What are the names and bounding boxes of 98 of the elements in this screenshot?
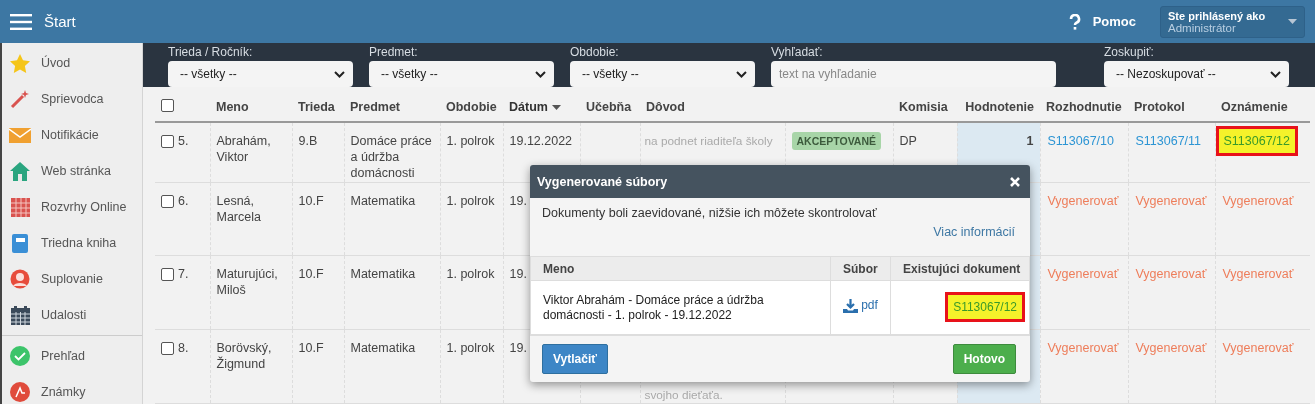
- table-cell: 10.F: [298, 267, 324, 281]
- star-icon: [10, 53, 30, 73]
- table-cell: Lesná, Marcela: [216, 194, 261, 224]
- table-cell: 1. polrok: [446, 134, 495, 148]
- row-number: 8.: [178, 340, 189, 356]
- table-cell-text: svojho dieťaťa.: [644, 387, 724, 403]
- calendar-icon: [10, 305, 30, 325]
- column-header[interactable]: Komisia: [899, 100, 948, 114]
- column-header: Meno: [543, 261, 575, 276]
- dialog-message: Dokumenty boli zaevidované, nižšie ich môžete skontrolovať: [542, 206, 878, 220]
- table-cell: 19.: [509, 194, 527, 208]
- filter-label: Trieda / Ročník:: [168, 45, 254, 59]
- dropdown[interactable]: -- Nezoskupovať --: [1104, 61, 1289, 87]
- grade-icon: [10, 382, 30, 402]
- table-cell: 9.B: [298, 134, 318, 148]
- table-cell: Matematika: [350, 194, 416, 208]
- person-icon: [10, 269, 30, 289]
- row-number: 5.: [178, 133, 189, 149]
- sidebar-item[interactable]: Prehľad: [2, 338, 142, 374]
- house-icon: [10, 161, 30, 181]
- dropdown[interactable]: -- všetky --: [570, 61, 755, 87]
- sidebar-item[interactable]: Rozvrhy Online: [2, 189, 142, 225]
- row-checkbox[interactable]: [161, 267, 174, 281]
- dropdown[interactable]: -- všetky --: [369, 61, 554, 87]
- table-cell: Maturujúci, Miloš: [216, 267, 278, 297]
- download-link[interactable]: pdf: [843, 298, 878, 314]
- column-header[interactable]: Oznámenie: [1221, 100, 1288, 114]
- chevron-icon: [1270, 70, 1281, 78]
- print-button[interactable]: Vytlačiť: [542, 344, 608, 374]
- envelope-icon: [9, 127, 31, 143]
- menu-icon[interactable]: [10, 13, 32, 30]
- grade-value: 1: [1026, 134, 1034, 148]
- filter-label: Obdobie:: [570, 45, 620, 59]
- table-cell: 19.: [509, 267, 527, 281]
- magic-wand-icon: [10, 89, 30, 109]
- table-cell: Abrahám, Viktor: [216, 134, 271, 164]
- sidebar-item[interactable]: Suplovanie: [2, 261, 142, 297]
- book-icon: [12, 233, 28, 253]
- column-header[interactable]: Protokol: [1134, 100, 1185, 114]
- page-title: Štart: [44, 13, 76, 30]
- sidebar-item[interactable]: Známky: [2, 374, 142, 404]
- filter-label: Vyhľadať:: [771, 45, 824, 59]
- sidebar-item[interactable]: Web stránka: [2, 153, 142, 189]
- dialog-title: Vygenerované súbory: [537, 174, 668, 189]
- table-cell: Matematika: [350, 267, 416, 281]
- table-cell: Borövský, Žigmund: [216, 341, 272, 371]
- table-cell: 10.F: [298, 194, 324, 208]
- row-number: 7.: [178, 266, 189, 282]
- select-all-checkbox[interactable]: [161, 99, 174, 112]
- sidebar-item[interactable]: Udalosti: [2, 297, 142, 333]
- help-link[interactable]: Pomoc: [1092, 14, 1136, 29]
- table-cell: 1. polrok: [446, 194, 495, 208]
- table-cell: Matematika: [350, 341, 416, 355]
- table-cell: 19.: [509, 341, 527, 355]
- table-cell: 1. polrok: [446, 267, 495, 281]
- table-cell: Viktor Abrahám - Domáce práce a údržba domácnosti - 1. polrok - 19.12.2022: [543, 292, 764, 322]
- column-header[interactable]: Predmet: [350, 100, 401, 114]
- timetable-icon: [10, 197, 30, 217]
- row-checkbox[interactable]: [161, 194, 174, 208]
- column-header[interactable]: Rozhodnutie: [1046, 100, 1122, 114]
- column-header: Existujúci dokument: [903, 261, 1021, 276]
- caret-icon: [1288, 19, 1297, 24]
- table-cell: 1. polrok: [446, 341, 495, 355]
- dropdown[interactable]: -- všetky --: [168, 61, 353, 87]
- row-checkbox[interactable]: [161, 341, 174, 355]
- table-cell: Domáce práce a údržba domácnosti: [350, 134, 432, 180]
- sidebar-item[interactable]: Triedna kniha: [2, 225, 142, 261]
- help-icon[interactable]: [1068, 13, 1081, 30]
- chevron-icon: [535, 70, 546, 78]
- column-header[interactable]: Obdobie: [446, 100, 497, 114]
- row-number: 6.: [178, 193, 189, 209]
- check-icon: [10, 346, 30, 366]
- column-header[interactable]: Meno: [216, 100, 249, 114]
- column-header[interactable]: Učebňa: [586, 100, 632, 114]
- table-cell: DP: [899, 134, 917, 148]
- table-cell: 10.F: [298, 341, 324, 355]
- more-info-link[interactable]: Viac informácií: [933, 225, 1015, 239]
- search-field[interactable]: text na vyhľadanie: [771, 61, 1056, 87]
- sort-icon: [551, 105, 561, 111]
- sidebar-item[interactable]: Sprievodca: [2, 81, 142, 117]
- column-header[interactable]: Dôvod: [646, 100, 685, 114]
- row-checkbox[interactable]: [161, 134, 174, 148]
- status-badge: AKCEPTOVANÉ: [791, 132, 882, 150]
- filter-label: Predmet:: [369, 45, 419, 59]
- user-menu[interactable]: Ste prihlásený ako Administrátor: [1160, 5, 1305, 38]
- column-header: Súbor: [843, 261, 878, 276]
- table-cell: na podnet riaditeľa školy: [644, 134, 773, 148]
- sidebar-item[interactable]: Notifikácie: [2, 117, 142, 153]
- close-icon[interactable]: [1010, 176, 1020, 187]
- column-header[interactable]: Dátum: [509, 100, 561, 114]
- chevron-icon: [334, 70, 345, 78]
- column-header[interactable]: Trieda: [298, 100, 335, 114]
- column-header[interactable]: Hodnotenie: [965, 100, 1034, 114]
- sidebar-item[interactable]: Úvod: [2, 45, 142, 81]
- chevron-icon: [736, 70, 747, 78]
- filter-label: Zoskupiť:: [1104, 45, 1155, 59]
- download-icon: [843, 298, 859, 313]
- table-cell: 19.12.2022: [509, 134, 573, 148]
